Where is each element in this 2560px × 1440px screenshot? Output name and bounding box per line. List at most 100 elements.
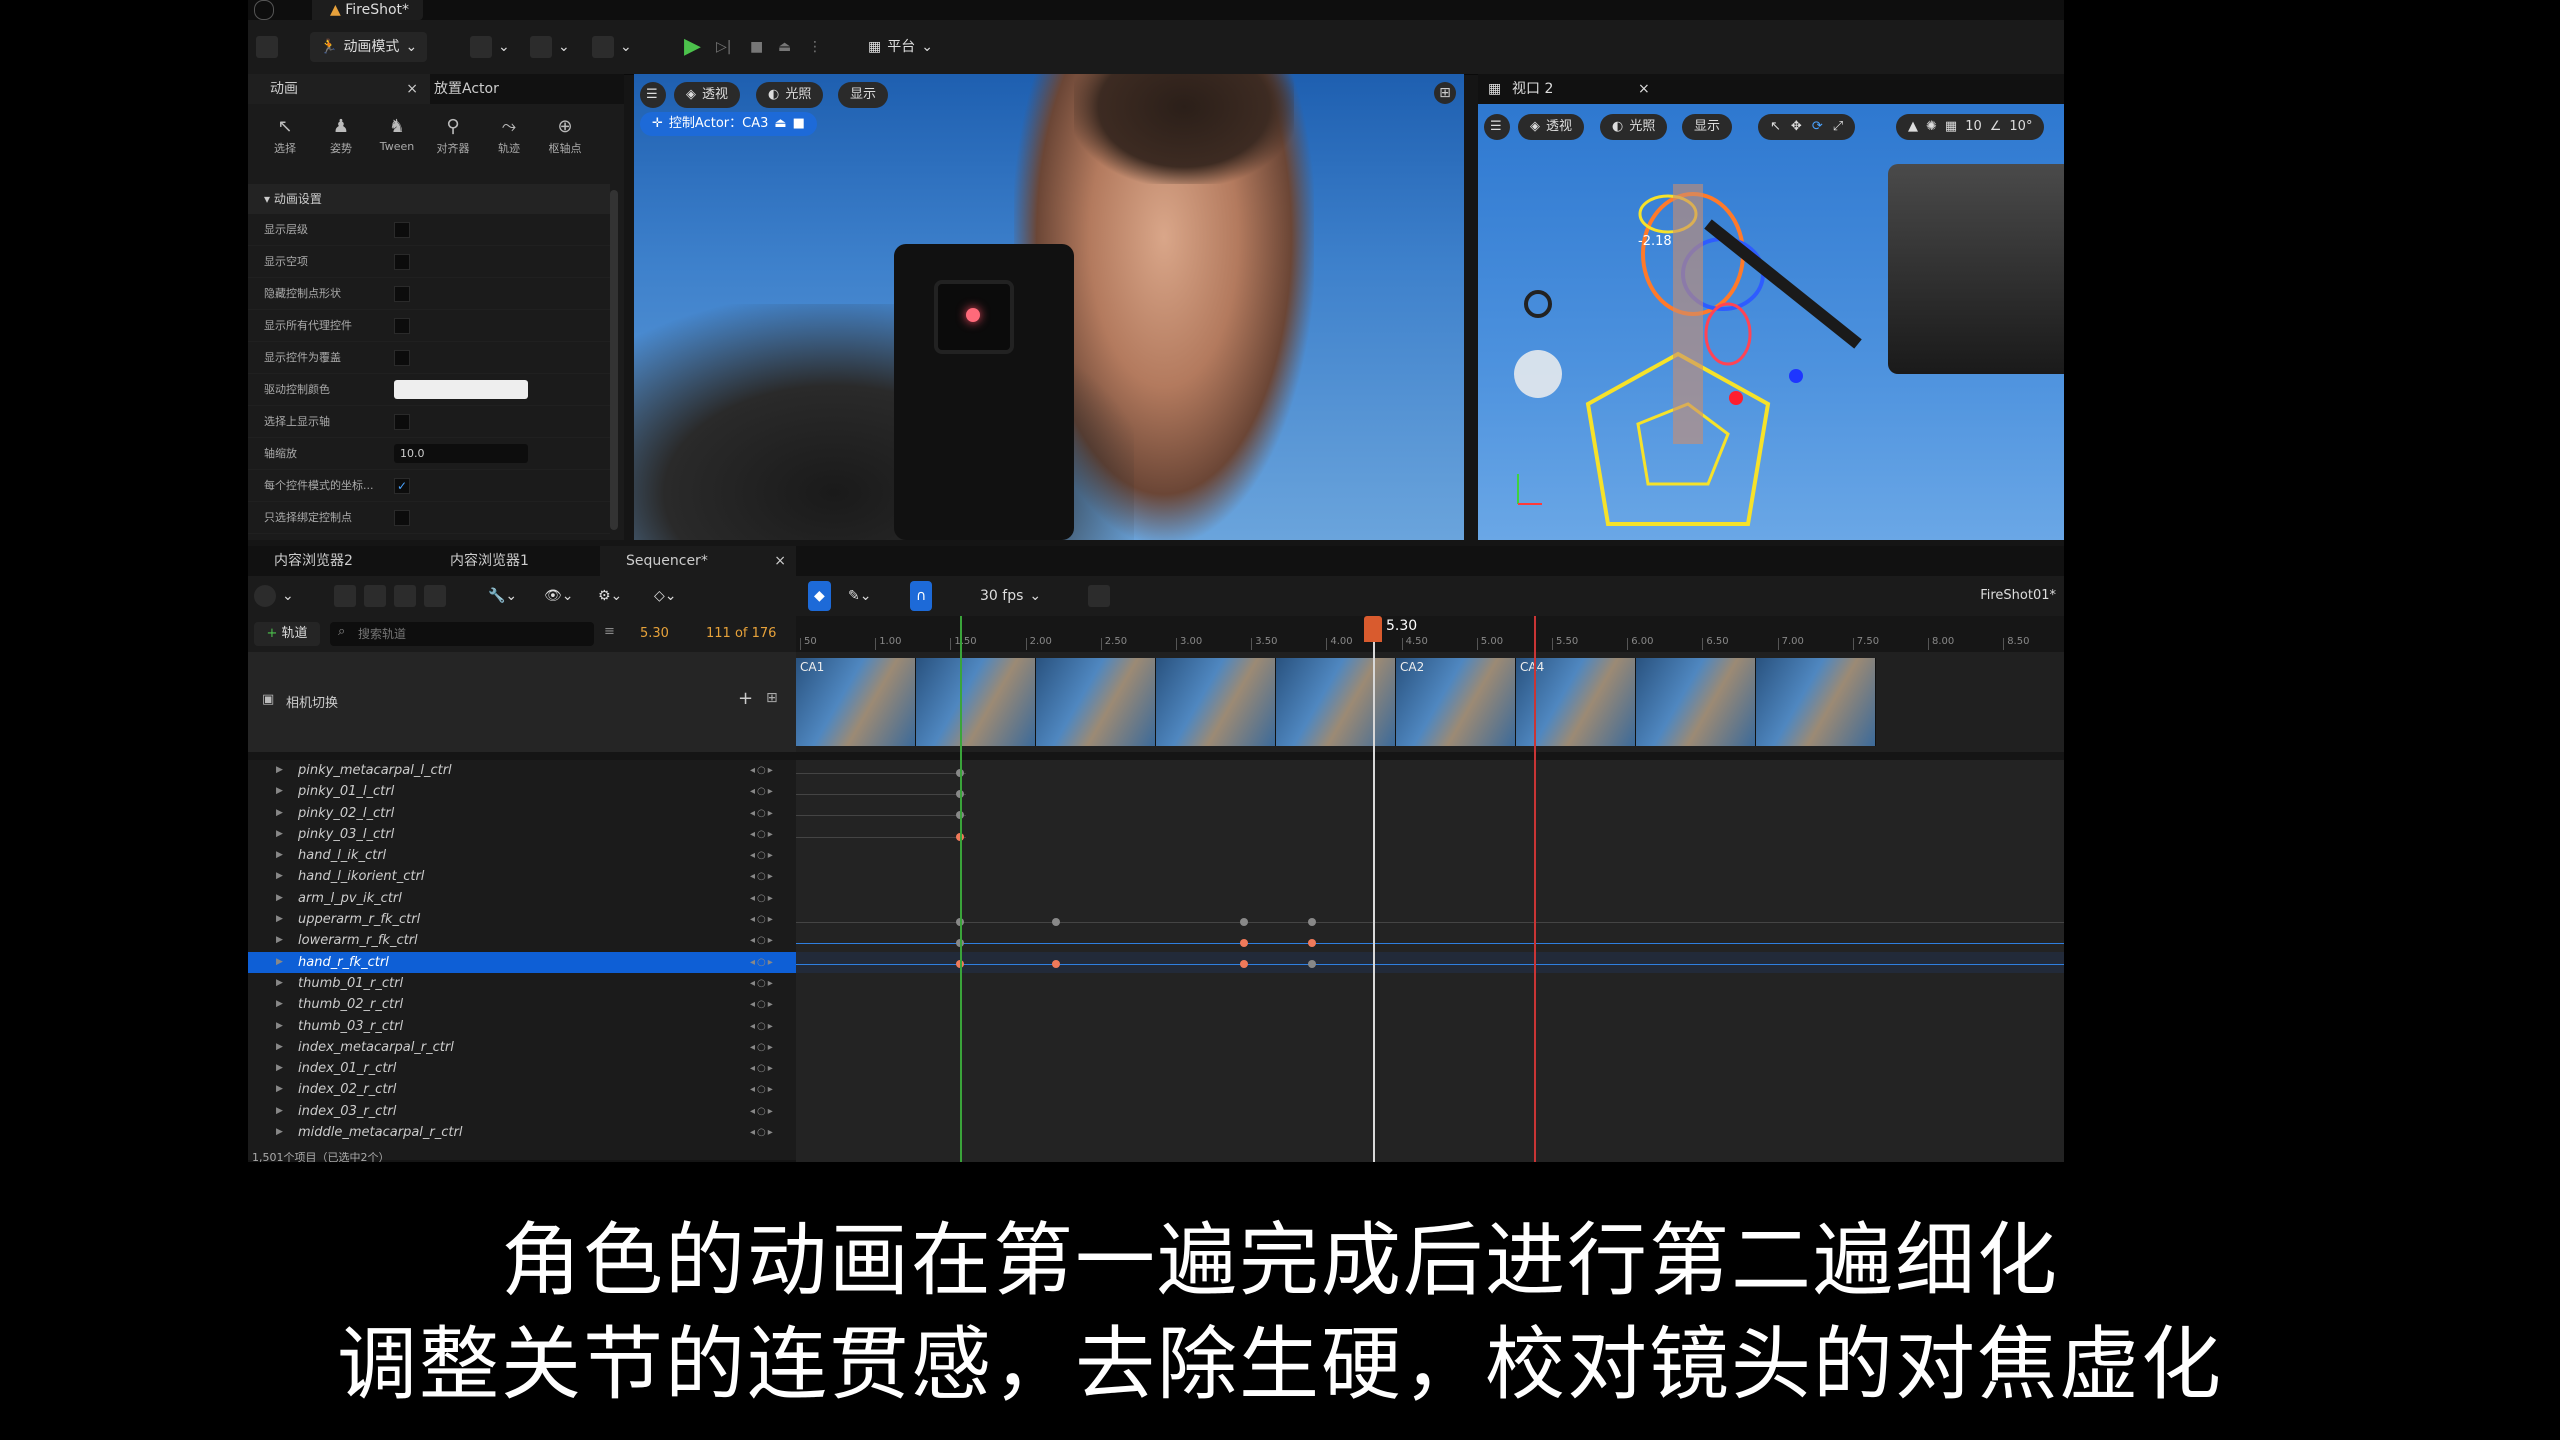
setting-checkbox[interactable] xyxy=(394,286,410,302)
setting-checkbox[interactable] xyxy=(394,350,410,366)
lighting-button[interactable]: ◐ 光照 xyxy=(756,82,824,108)
tab-content-browser-2[interactable]: 内容浏览器2 xyxy=(248,546,444,576)
rotate-icon[interactable]: ⟳ xyxy=(1812,114,1823,140)
section-header[interactable]: ▾ 动画设置 xyxy=(248,184,610,214)
setting-checkbox[interactable] xyxy=(394,510,410,526)
track-row[interactable]: ▶ pinky_01_l_ctrl ◂○▸ xyxy=(248,781,796,802)
expand-arrow-icon[interactable]: ▶ xyxy=(276,1079,283,1100)
viewport-2-tab[interactable]: ▦ 视口 2 × xyxy=(1478,74,2064,104)
expand-arrow-icon[interactable]: ▶ xyxy=(276,952,283,973)
key-nav-icon[interactable]: ◂○▸ xyxy=(750,952,775,973)
track-row[interactable]: ▶ pinky_03_l_ctrl ◂○▸ xyxy=(248,824,796,845)
eject-icon[interactable]: ⏏ xyxy=(774,112,786,136)
setting-checkbox[interactable] xyxy=(394,318,410,334)
find-asset-icon[interactable] xyxy=(364,581,386,611)
playhead[interactable] xyxy=(1373,616,1375,1162)
track-row[interactable]: ▶ hand_r_fk_ctrl ◂○▸ xyxy=(248,951,796,973)
keyframe[interactable] xyxy=(1308,939,1316,948)
wrench-icon[interactable]: 🔧⌄ xyxy=(488,581,517,611)
mode-pose[interactable]: ♟ 姿势 xyxy=(314,114,368,170)
expand-arrow-icon[interactable]: ▶ xyxy=(276,1122,283,1143)
expand-arrow-icon[interactable]: ▶ xyxy=(276,760,283,781)
key-nav-icon[interactable]: ◂○▸ xyxy=(750,888,775,909)
close-icon[interactable]: × xyxy=(774,546,786,576)
pilot-actor-badge[interactable]: ✛ 控制Actor：CA3 ⏏ ■ xyxy=(640,112,817,136)
keyframe[interactable] xyxy=(1240,939,1248,948)
mode-trails[interactable]: ⤳ 轨迹 xyxy=(482,114,536,170)
eject-icon[interactable]: ⏏ xyxy=(778,32,791,62)
track-row[interactable]: ▶ thumb_02_r_ctrl ◂○▸ xyxy=(248,994,796,1015)
close-icon[interactable]: × xyxy=(1638,74,1650,104)
key-nav-icon[interactable]: ◂○▸ xyxy=(750,994,775,1015)
track-row[interactable]: ▶ pinky_02_l_ctrl ◂○▸ xyxy=(248,803,796,824)
track-row[interactable]: ▶ index_01_r_ctrl ◂○▸ xyxy=(248,1058,796,1079)
play-button[interactable]: ▶ xyxy=(684,32,701,62)
keyframe-area[interactable] xyxy=(796,760,2064,1162)
camera-shot-thumbnail[interactable] xyxy=(916,658,1036,746)
expand-arrow-icon[interactable]: ▶ xyxy=(276,909,283,930)
track-row[interactable]: ▶ pinky_metacarpal_l_ctrl ◂○▸ xyxy=(248,760,796,781)
track-row[interactable]: ▶ upperarm_r_fk_ctrl ◂○▸ xyxy=(248,909,796,930)
key-nav-icon[interactable]: ◂○▸ xyxy=(750,909,775,930)
move-icon[interactable]: ✥ xyxy=(1791,114,1802,140)
filter-icon[interactable]: ≡ xyxy=(604,624,615,639)
expand-arrow-icon[interactable]: ▶ xyxy=(276,888,283,909)
step-icon[interactable]: ▷| xyxy=(716,32,731,62)
track-row[interactable]: ▶ middle_metacarpal_r_ctrl ◂○▸ xyxy=(248,1122,796,1143)
viewport-menu-icon[interactable]: ☰ xyxy=(640,82,666,108)
world-dropdown[interactable]: ⌄ xyxy=(254,581,294,611)
add-content-icon[interactable]: ⌄ xyxy=(470,32,510,62)
viewport-2[interactable]: ▦ 视口 2 × -2.18 ☰ ◈ 透视 ◐ 光照 显示 ↖ ✥ ⟳ ⤢ ▲ … xyxy=(1478,74,2064,540)
playhead-handle[interactable] xyxy=(1364,616,1382,642)
show-button[interactable]: 显示 xyxy=(1682,114,1733,140)
expand-arrow-icon[interactable]: ▶ xyxy=(276,994,283,1015)
camera-shot-thumbnail[interactable] xyxy=(1756,658,1876,746)
expand-arrow-icon[interactable]: ▶ xyxy=(276,845,283,866)
key-nav-icon[interactable]: ◂○▸ xyxy=(750,803,775,824)
camera-shot-thumbnail[interactable]: CA2 xyxy=(1396,658,1516,746)
more-options-icon[interactable]: ⋮ xyxy=(808,32,822,62)
mode-pivot[interactable]: ⊕ 枢轴点 xyxy=(538,114,592,170)
expand-arrow-icon[interactable]: ▶ xyxy=(276,930,283,951)
track-row[interactable]: ▶ index_02_r_ctrl ◂○▸ xyxy=(248,1079,796,1100)
cinematics-icon[interactable]: ⌄ xyxy=(592,32,632,62)
mode-select[interactable]: ↖ 选择 xyxy=(258,114,312,170)
setting-checkbox[interactable] xyxy=(394,222,410,238)
search-field[interactable]: ⌕ xyxy=(330,622,594,646)
surface-snap-icon[interactable]: ✺ xyxy=(1926,114,1937,140)
setting-checkbox[interactable] xyxy=(394,414,410,430)
track-row[interactable]: ▶ arm_l_pv_ik_ctrl ◂○▸ xyxy=(248,888,796,909)
key-nav-icon[interactable]: ◂○▸ xyxy=(750,760,775,781)
snap-magnet-icon[interactable]: ∩ xyxy=(910,581,933,611)
grid-icon[interactable]: ▦ xyxy=(1945,114,1957,140)
add-track-button[interactable]: + 轨道 xyxy=(254,622,320,646)
track-row[interactable]: ▶ thumb_03_r_ctrl ◂○▸ xyxy=(248,1016,796,1037)
key-nav-icon[interactable]: ◂○▸ xyxy=(750,1016,775,1037)
track-row[interactable]: ▶ index_03_r_ctrl ◂○▸ xyxy=(248,1101,796,1122)
track-row[interactable]: ▶ thumb_01_r_ctrl ◂○▸ xyxy=(248,973,796,994)
keyframe[interactable] xyxy=(1052,917,1060,926)
start-marker[interactable] xyxy=(960,616,962,1162)
camera-shot-thumbnail[interactable] xyxy=(1036,658,1156,746)
perspective-button[interactable]: ◈ 透视 xyxy=(1518,114,1585,140)
key-nav-icon[interactable]: ◂○▸ xyxy=(750,866,775,887)
expand-arrow-icon[interactable]: ▶ xyxy=(276,1101,283,1122)
save-icon[interactable] xyxy=(256,32,278,62)
key-nav-icon[interactable]: ◂○▸ xyxy=(750,845,775,866)
key-nav-icon[interactable]: ◂○▸ xyxy=(750,824,775,845)
camera-icon[interactable]: ■ xyxy=(793,112,805,136)
file-tab[interactable]: ▲ FireShot* xyxy=(312,0,424,20)
mode-tween[interactable]: ♞ Tween xyxy=(370,114,424,170)
mode-dropdown[interactable]: 🏃 动画模式 ⌄ xyxy=(310,32,428,62)
camera-cut-track[interactable]: ▣ 相机切换 + ⊞ xyxy=(248,652,796,752)
platform-dropdown[interactable]: ▦ 平台 ⌄ xyxy=(868,32,933,62)
expand-arrow-icon[interactable]: ▶ xyxy=(276,1058,283,1079)
scale-icon[interactable]: ⤢ xyxy=(1833,114,1843,140)
more-icon[interactable]: ⊞ xyxy=(766,690,778,706)
scrollbar[interactable] xyxy=(610,190,618,530)
expand-arrow-icon[interactable]: ▶ xyxy=(276,803,283,824)
track-row[interactable]: ▶ index_metacarpal_r_ctrl ◂○▸ xyxy=(248,1037,796,1058)
eye-icon[interactable]: 👁⌄ xyxy=(544,581,574,611)
key-icon[interactable]: ◇⌄ xyxy=(654,581,677,611)
track-row[interactable]: ▶ hand_l_ik_ctrl ◂○▸ xyxy=(248,845,796,866)
